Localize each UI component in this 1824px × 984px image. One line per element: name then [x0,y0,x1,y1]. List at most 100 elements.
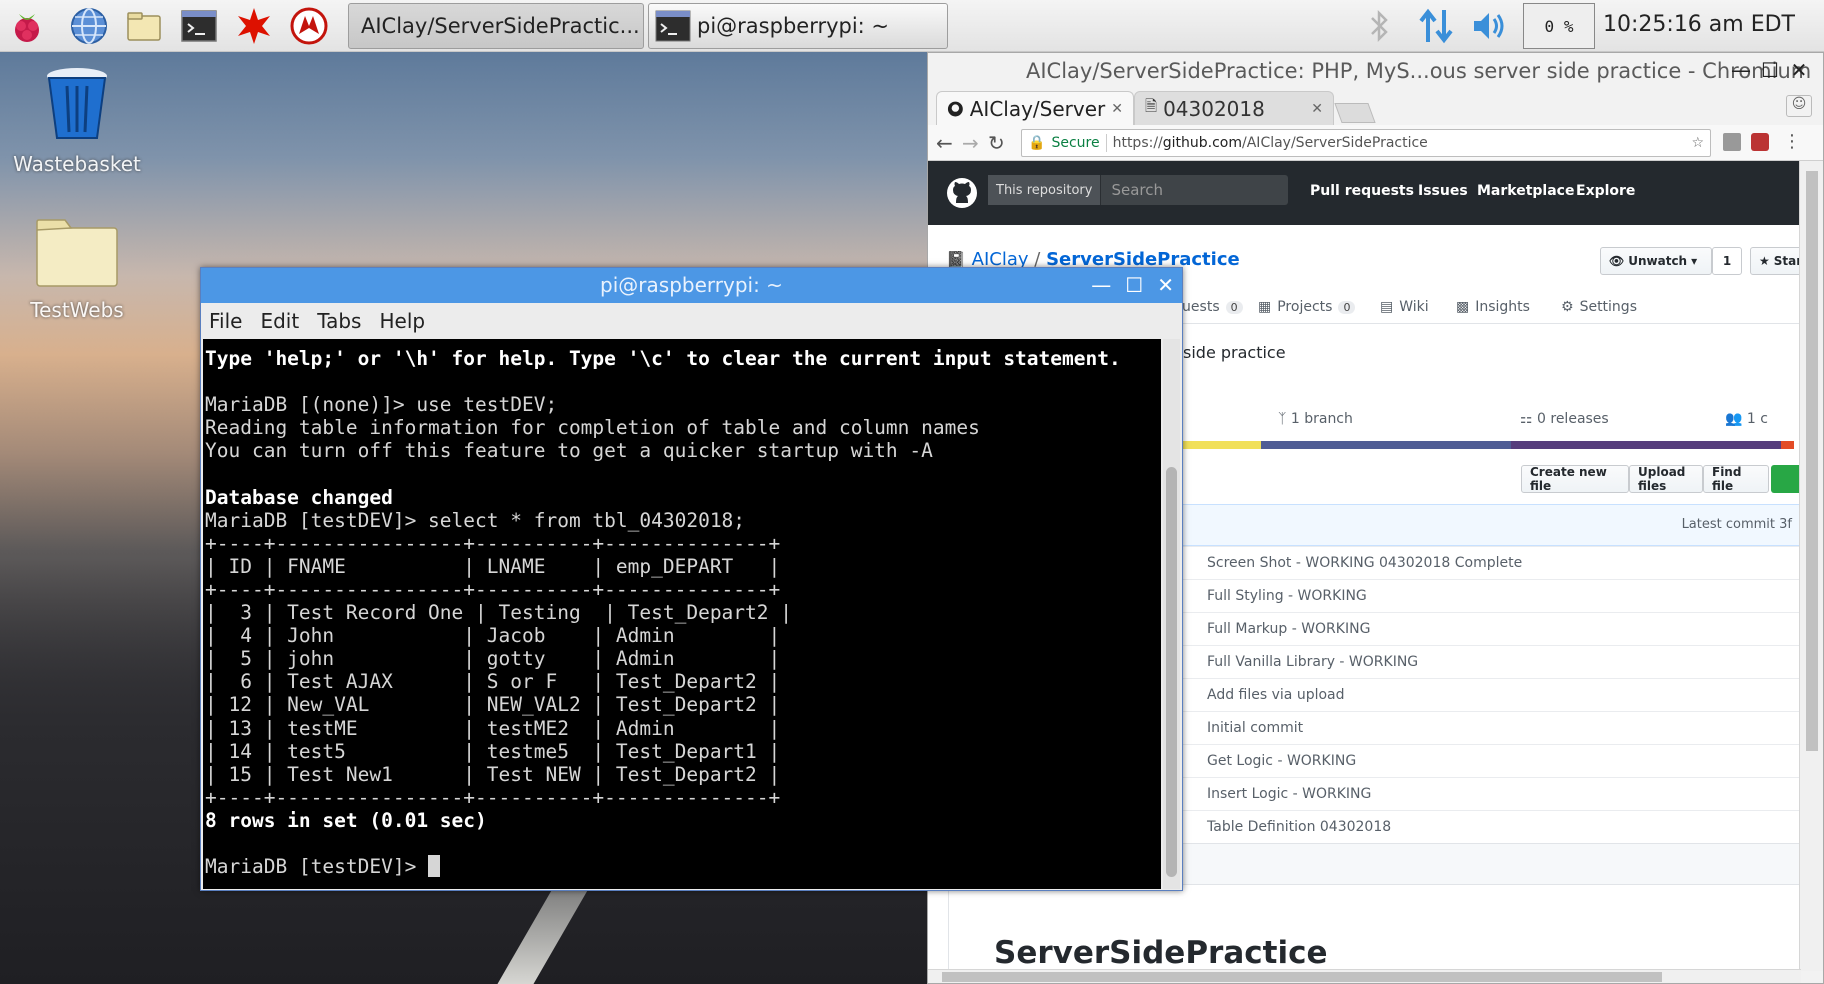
search-placeholder: Search [1111,181,1163,199]
scrollbar-thumb[interactable] [942,972,1662,982]
watch-count[interactable]: 1 [1712,247,1742,275]
lock-icon: 🔒 [1028,135,1046,151]
close-button[interactable]: ✕ [1157,268,1174,303]
ublock-icon[interactable] [1751,133,1769,151]
scrollbar-thumb[interactable] [1806,171,1818,751]
minimize-button[interactable]: — [1728,57,1754,83]
folder-icon [36,219,118,287]
extension-icon[interactable] [1723,133,1741,151]
scrollbar-thumb[interactable] [1166,467,1177,877]
create-file-button[interactable]: Create new file [1521,465,1629,493]
nav-issues[interactable]: Issues [1418,183,1468,199]
releases-count[interactable]: ⚏ 0 releases [1520,411,1609,427]
horizontal-scrollbar[interactable] [928,969,1801,983]
commit-message[interactable]: Initial commit [1207,720,1303,736]
commit-message[interactable]: Full Styling - WORKING [1207,588,1367,604]
readme-header [1143,843,1801,885]
nav-pull-requests[interactable]: Pull requests [1310,183,1414,199]
reload-icon[interactable]: ↻ [988,131,1005,155]
commit-message[interactable]: Full Markup - WORKING [1207,621,1370,637]
terminal-titlebar[interactable]: pi@raspberrypi: ~ — ☐ ✕ [201,268,1182,303]
profile-icon[interactable]: ☺ [1786,95,1812,117]
file-manager-icon[interactable] [121,4,167,48]
back-icon[interactable]: ← [936,131,953,155]
star-button[interactable]: ★ Star [1750,247,1801,275]
tab-close-icon[interactable]: ✕ [1311,101,1323,117]
tab-insights[interactable]: ▩ Insights [1456,299,1530,315]
star-label: Star [1773,254,1801,268]
file-row[interactable]: Get Logic - WORKING [1143,744,1801,777]
tab-projects[interactable]: ▦ Projects 0 [1258,299,1356,315]
desktop-icon-testwebs[interactable]: TestWebs [2,218,152,322]
clone-download-button[interactable] [1771,465,1801,493]
mathematica-icon[interactable] [286,4,332,48]
maximize-button[interactable]: ☐ [1757,57,1783,83]
raspberry-menu-icon[interactable] [4,4,50,48]
taskbar-task-chromium[interactable]: AIClay/ServerSidePractic... [348,3,644,49]
volume-icon[interactable] [1470,6,1510,46]
file-row[interactable]: Screen Shot - WORKING 04302018 Complete [1143,546,1801,579]
nav-marketplace[interactable]: Marketplace [1477,183,1574,199]
desktop-icon-label: Wastebasket [13,152,141,176]
file-row[interactable]: Table Definition 04302018 [1143,810,1801,843]
upload-files-button[interactable]: Upload files [1629,465,1703,493]
terminal-icon[interactable] [176,4,222,48]
latest-commit-label[interactable]: Latest commit 3f [1682,517,1792,532]
terminal-scrollbar[interactable] [1163,339,1180,889]
file-row[interactable]: Full Vanilla Library - WORKING [1143,645,1801,678]
commit-message[interactable]: Full Vanilla Library - WORKING [1207,654,1418,670]
terminal-output[interactable]: Type 'help;' or '\h' for help. Type '\c'… [203,339,1161,889]
tab-04302018[interactable]: 🗎 04302018 ✕ [1134,91,1334,125]
commit-message[interactable]: Get Logic - WORKING [1207,753,1356,769]
tab-close-icon[interactable]: ✕ [1111,101,1123,117]
tab-wiki[interactable]: ▤ Wiki [1380,299,1429,315]
github-logo-icon[interactable] [946,177,978,209]
find-file-button[interactable]: Find file [1703,465,1769,493]
unwatch-button[interactable]: 👁 Unwatch ▾ [1600,247,1712,275]
maximize-button[interactable]: ☐ [1125,268,1143,303]
clock[interactable]: 10:25:16 am EDT [1603,12,1795,37]
terminal-prompt[interactable]: MariaDB [testDEV]> [205,855,1161,878]
bluetooth-icon[interactable] [1366,6,1394,46]
page-scrollbar[interactable] [1799,161,1823,971]
tab-github[interactable]: AIClay/Server ✕ [936,91,1134,125]
branches-label: 1 branch [1290,411,1353,427]
forward-icon[interactable]: → [962,131,979,155]
contributors-label: 1 c [1746,411,1768,427]
menu-tabs[interactable]: Tabs [317,309,361,333]
file-row[interactable]: Initial commit [1143,711,1801,744]
network-icon[interactable] [1418,6,1454,46]
commit-message[interactable]: Add files via upload [1207,687,1345,703]
menu-help[interactable]: Help [379,309,425,333]
language-bar[interactable] [1143,441,1801,449]
file-row[interactable]: Full Markup - WORKING [1143,612,1801,645]
unwatch-label: Unwatch [1628,254,1688,268]
window-controls: — ☐ ✕ [1091,268,1174,303]
bookmark-star-icon[interactable]: ☆ [1691,135,1704,151]
repo-search[interactable]: This repository Search [988,175,1288,205]
new-tab-button[interactable] [1334,103,1376,123]
web-browser-icon[interactable] [66,4,112,48]
commit-message[interactable]: Insert Logic - WORKING [1207,786,1371,802]
wolfram-icon[interactable] [231,4,277,48]
branches-count[interactable]: ᛉ 1 branch [1278,411,1353,427]
window-title: pi@raspberrypi: ~ [600,273,783,297]
cpu-monitor[interactable]: 0 % [1523,3,1595,49]
contributors-count[interactable]: 👥 1 c [1725,411,1768,427]
menu-edit[interactable]: Edit [260,309,299,333]
commit-message[interactable]: Table Definition 04302018 [1207,819,1391,835]
file-row[interactable]: Insert Logic - WORKING [1143,777,1801,810]
nav-explore[interactable]: Explore [1576,183,1635,199]
chromium-titlebar[interactable]: AIClay/ServerSidePractice: PHP, MyS...ou… [928,53,1823,89]
commit-message[interactable]: Screen Shot - WORKING 04302018 Complete [1207,555,1522,571]
close-button[interactable]: ✕ [1786,57,1812,83]
file-row[interactable]: Add files via upload [1143,678,1801,711]
menu-file[interactable]: File [209,309,242,333]
file-row[interactable]: Full Styling - WORKING [1143,579,1801,612]
address-bar[interactable]: 🔒 Secure https://github.com/AIClay/Serve… [1021,129,1711,157]
minimize-button[interactable]: — [1091,268,1111,303]
desktop-icon-wastebasket[interactable]: Wastebasket [2,62,152,176]
taskbar-task-terminal[interactable]: pi@raspberrypi: ~ [648,3,948,49]
tab-settings[interactable]: ⚙ Settings [1561,299,1637,315]
menu-icon[interactable]: ⋮ [1783,131,1801,152]
